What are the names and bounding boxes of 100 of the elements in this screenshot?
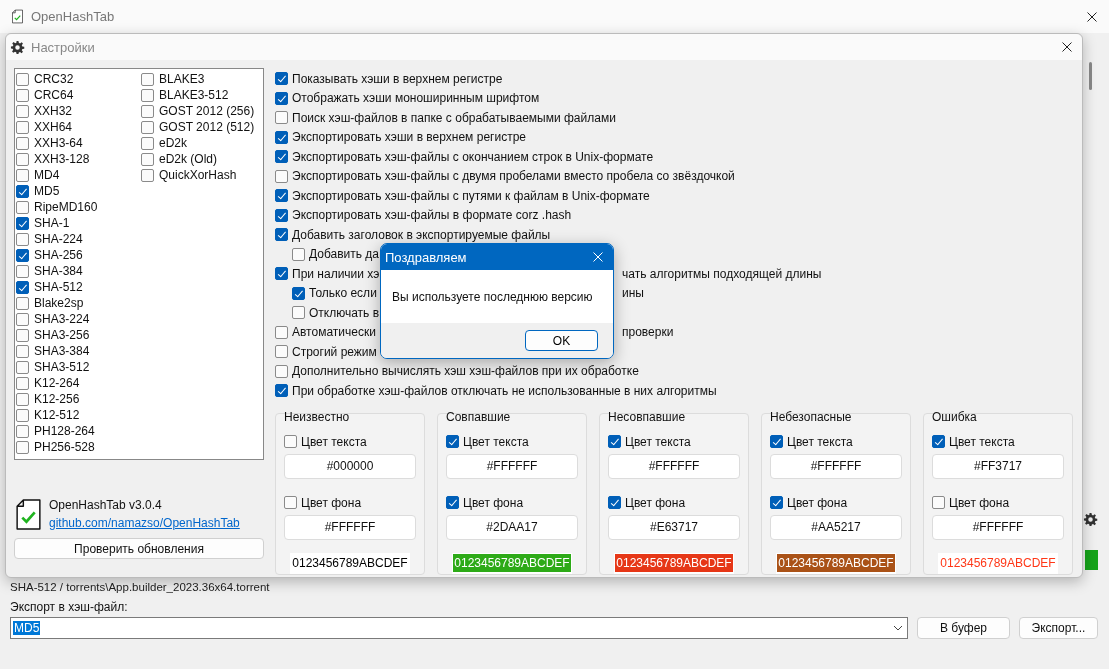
color-value-button[interactable]: #FFFFFF <box>932 514 1064 541</box>
checkbox[interactable] <box>16 232 29 246</box>
checkbox[interactable] <box>141 72 154 86</box>
checkbox[interactable] <box>16 168 29 182</box>
checkbox[interactable] <box>16 408 29 422</box>
checkbox[interactable] <box>16 248 29 262</box>
color-value-button[interactable]: #2DAA17 <box>446 514 578 541</box>
color-value-button[interactable]: #FFFFFF <box>284 514 416 541</box>
checkbox[interactable] <box>16 216 29 230</box>
checkbox[interactable] <box>16 328 29 342</box>
checkbox[interactable] <box>16 184 29 198</box>
checkbox[interactable] <box>16 200 29 214</box>
checkbox[interactable] <box>275 111 288 125</box>
checkbox[interactable] <box>275 208 288 222</box>
checkbox[interactable] <box>275 72 288 86</box>
checkbox[interactable] <box>16 424 29 438</box>
checkbox[interactable] <box>275 169 288 183</box>
checkbox-label: MD4 <box>34 168 60 182</box>
color-value-button[interactable]: #AA5217 <box>770 514 902 541</box>
ok-button[interactable]: OK <box>525 330 598 351</box>
settings-icon <box>10 39 25 55</box>
option-label: Дополнительно вычислять хэш хэш-файлов при их обработке <box>292 364 639 379</box>
checkbox[interactable] <box>275 228 288 242</box>
export-button[interactable]: Экспорт... <box>1019 617 1098 639</box>
checkbox[interactable] <box>16 104 29 118</box>
checkbox[interactable] <box>608 496 621 510</box>
checkbox[interactable] <box>292 306 305 320</box>
checkbox[interactable] <box>284 435 297 449</box>
checkbox-label: SHA3-512 <box>34 360 90 374</box>
checkbox[interactable] <box>275 91 288 105</box>
checkbox-label: Цвет текста <box>301 434 367 449</box>
option-label: Строгий режим <box>292 344 377 359</box>
checkbox[interactable] <box>16 120 29 134</box>
color-value-button[interactable]: #FFFFFF <box>608 453 740 480</box>
checkbox-label: Цвет текста <box>949 434 1015 449</box>
checkbox[interactable] <box>770 496 783 510</box>
checkbox[interactable] <box>275 384 288 398</box>
checkbox[interactable] <box>275 267 288 281</box>
checkbox[interactable] <box>608 435 621 449</box>
checkbox[interactable] <box>16 136 29 150</box>
dialog-title: Настройки <box>31 39 95 55</box>
option-label: Показывать хэши в верхнем регистре <box>292 71 503 86</box>
group-title: Небезопасные <box>770 410 853 425</box>
checkbox-label: eD2k (Old) <box>159 152 217 166</box>
checkbox[interactable] <box>275 150 288 164</box>
copy-button[interactable]: В буфер <box>917 617 1010 639</box>
checkbox-label: XXH3-128 <box>34 152 90 166</box>
checkbox[interactable] <box>141 152 154 166</box>
checkbox[interactable] <box>16 264 29 278</box>
color-value-button[interactable]: #FF3717 <box>932 453 1064 480</box>
checkbox[interactable] <box>932 496 945 510</box>
export-format-dropdown[interactable]: MD5 <box>10 617 908 639</box>
checkbox[interactable] <box>275 189 288 203</box>
checkbox-label: BLAKE3-512 <box>159 88 229 102</box>
repository-link[interactable]: github.com/namazso/OpenHashTab <box>49 516 240 530</box>
checkbox[interactable] <box>16 280 29 294</box>
color-value-button[interactable]: #FFFFFF <box>770 453 902 480</box>
checkbox[interactable] <box>16 440 29 454</box>
checkbox[interactable] <box>275 364 288 378</box>
checkbox[interactable] <box>446 435 459 449</box>
close-icon <box>593 252 603 262</box>
checkbox[interactable] <box>141 104 154 118</box>
color-preview: 0123456789ABCDEF <box>939 555 1057 573</box>
checkbox[interactable] <box>16 72 29 86</box>
checkbox-label: SHA3-256 <box>34 328 90 342</box>
checkbox[interactable] <box>284 496 297 510</box>
checkbox[interactable] <box>16 376 29 390</box>
checkbox[interactable] <box>141 88 154 102</box>
color-value-button[interactable]: #FFFFFF <box>446 453 578 480</box>
checkbox[interactable] <box>16 152 29 166</box>
checkbox[interactable] <box>16 360 29 374</box>
checkbox-label: PH256-528 <box>34 440 95 454</box>
checkbox[interactable] <box>275 345 288 359</box>
checkbox-label: RipeMD160 <box>34 200 98 214</box>
checkbox-label: XXH3-64 <box>34 136 83 150</box>
check-updates-button[interactable]: Проверить обновления <box>14 538 264 559</box>
checkbox-label: Цвет фона <box>625 495 686 510</box>
checkbox[interactable] <box>141 120 154 134</box>
checkbox[interactable] <box>292 247 305 261</box>
checkbox[interactable] <box>275 325 288 339</box>
dialog-title: Поздравляем <box>385 249 467 265</box>
checkbox[interactable] <box>770 435 783 449</box>
checkbox[interactable] <box>292 286 305 300</box>
checkbox-label: Blake2sp <box>34 296 84 310</box>
checkbox[interactable] <box>275 130 288 144</box>
group-title: Неизвестно <box>284 410 351 425</box>
checkbox[interactable] <box>446 496 459 510</box>
checkbox[interactable] <box>16 392 29 406</box>
checkbox[interactable] <box>16 296 29 310</box>
option-label: проверки <box>622 325 675 340</box>
checkbox[interactable] <box>16 88 29 102</box>
checkbox[interactable] <box>141 136 154 150</box>
checkbox[interactable] <box>932 435 945 449</box>
color-value-button[interactable]: #E63717 <box>608 514 740 541</box>
checkbox-label: Цвет текста <box>625 434 691 449</box>
checkbox[interactable] <box>16 344 29 358</box>
color-value-button[interactable]: #000000 <box>284 453 416 480</box>
scrollbar-thumb[interactable] <box>1089 62 1092 90</box>
checkbox[interactable] <box>141 168 154 182</box>
checkbox[interactable] <box>16 312 29 326</box>
